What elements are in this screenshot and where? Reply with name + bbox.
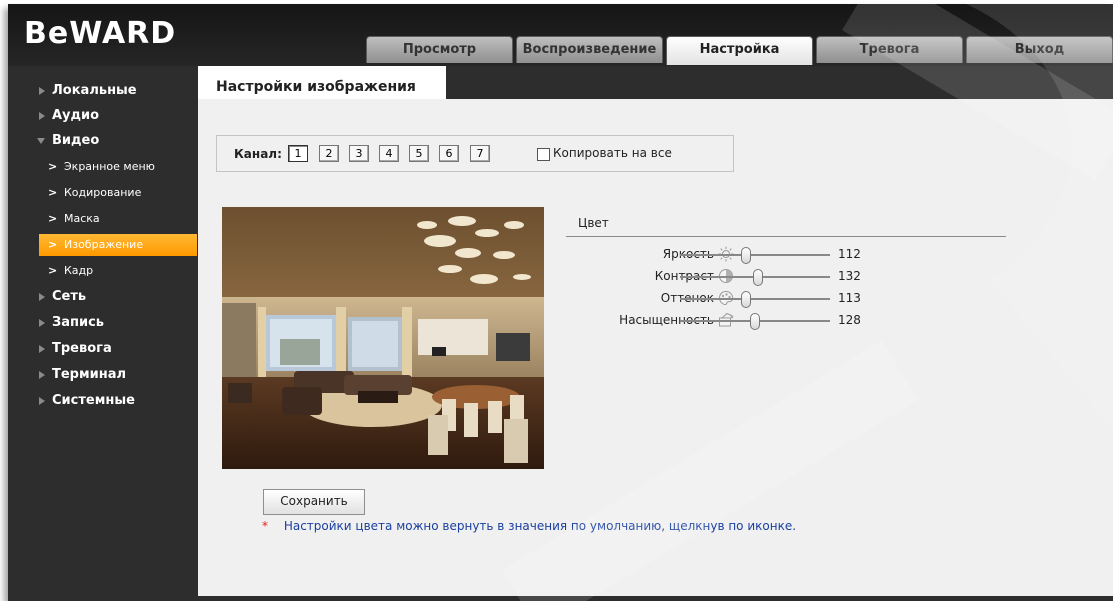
channel-button-2[interactable]: 2 <box>319 145 339 162</box>
hue-value: 113 <box>838 291 861 305</box>
chevron-right-icon: > <box>48 238 58 251</box>
sidebar-item-encoding[interactable]: > Кодирование <box>8 182 198 204</box>
slider-thumb[interactable] <box>741 291 751 308</box>
sidebar-item-label: Видео <box>52 133 100 148</box>
channel-button-5[interactable]: 5 <box>409 145 429 162</box>
sidebar-item-frame[interactable]: > Кадр <box>8 260 198 282</box>
brightness-slider[interactable] <box>680 254 830 256</box>
brightness-value: 112 <box>838 247 861 261</box>
content-panel: Настройки изображения Канал: 1 2 3 4 5 6… <box>198 66 1113 596</box>
copy-all-label: Копировать на все <box>553 146 672 160</box>
slider-thumb[interactable] <box>753 269 763 286</box>
required-star: * <box>262 519 268 533</box>
tab-exit[interactable]: Выход <box>966 36 1113 63</box>
sidebar-item-label: Системные <box>52 393 135 408</box>
sidebar-item-mask[interactable]: > Маска <box>8 208 198 230</box>
sidebar-item-osd[interactable]: > Экранное меню <box>8 156 198 178</box>
chevron-right-icon: > <box>48 160 58 173</box>
sidebar-item-label: Терминал <box>52 367 127 382</box>
triangle-right-icon <box>39 397 45 405</box>
tab-playback[interactable]: Воспроизведение <box>516 36 663 63</box>
tab-settings[interactable]: Настройка <box>666 36 813 65</box>
sidebar-item-label: Сеть <box>52 289 87 304</box>
triangle-right-icon <box>39 112 45 120</box>
saturation-value: 128 <box>838 313 861 327</box>
hint-text: Настройки цвета можно вернуть в значения… <box>283 519 797 533</box>
triangle-right-icon <box>39 345 45 353</box>
channel-button-6[interactable]: 6 <box>439 145 459 162</box>
hue-row: Оттенок 113 <box>566 290 1006 308</box>
channel-label: Канал: <box>234 147 282 161</box>
page-title-tab: Настройки изображения <box>198 66 446 99</box>
triangle-down-icon <box>37 138 45 144</box>
tab-alarm[interactable]: Тревога <box>816 36 963 63</box>
sidebar-item-alarm[interactable]: Тревога <box>8 338 198 360</box>
slider-thumb[interactable] <box>750 313 760 330</box>
sidebar-item-record[interactable]: Запись <box>8 312 198 334</box>
triangle-right-icon <box>39 319 45 327</box>
title-strip <box>446 66 1113 99</box>
sidebar-item-label: Кадр <box>64 264 94 277</box>
sidebar: Локальные Аудио Видео > Экранное меню > … <box>8 66 198 601</box>
sidebar-item-label: Экранное меню <box>64 160 155 173</box>
color-section-title: Цвет <box>578 216 609 230</box>
triangle-right-icon <box>39 293 45 301</box>
sidebar-item-label: Аудио <box>52 108 100 123</box>
chevron-right-icon: > <box>48 212 58 225</box>
sidebar-item-label: Запись <box>52 315 105 330</box>
sidebar-item-label: Тревога <box>52 341 112 356</box>
tab-view[interactable]: Просмотр <box>366 36 513 63</box>
triangle-right-icon <box>39 371 45 379</box>
contrast-row: Контраст 132 <box>566 268 1006 286</box>
chevron-right-icon: > <box>48 264 58 277</box>
app-frame: BeWARD Просмотр Воспроизведение Настройк… <box>8 4 1113 601</box>
hint-note: * Настройки цвета можно вернуть в значен… <box>262 519 796 533</box>
channel-button-3[interactable]: 3 <box>349 145 369 162</box>
copy-all-checkbox[interactable] <box>537 148 550 161</box>
sidebar-item-image[interactable]: > Изображение <box>39 234 197 256</box>
channel-button-1[interactable]: 1 <box>288 145 308 162</box>
color-settings: Цвет Яркость 112 Контраст 132 <box>566 214 1006 354</box>
save-button[interactable]: Сохранить <box>263 489 365 515</box>
logo: BeWARD <box>24 16 177 51</box>
sidebar-item-terminal[interactable]: Терминал <box>8 364 198 386</box>
chevron-right-icon: > <box>48 186 58 199</box>
channel-button-7[interactable]: 7 <box>470 145 490 162</box>
sidebar-item-label: Маска <box>64 212 100 225</box>
sidebar-item-local[interactable]: Локальные <box>8 80 198 102</box>
sidebar-item-video[interactable]: Видео <box>8 130 198 152</box>
sidebar-item-label: Изображение <box>64 238 144 251</box>
sidebar-item-label: Кодирование <box>64 186 142 199</box>
saturation-row: Насыщенность 128 <box>566 312 1006 330</box>
slider-thumb[interactable] <box>741 247 751 264</box>
sidebar-item-audio[interactable]: Аудио <box>8 105 198 127</box>
contrast-value: 132 <box>838 269 861 283</box>
triangle-right-icon <box>39 87 45 95</box>
channel-selector: Канал: 1 2 3 4 5 6 7 Копировать на все <box>216 135 734 172</box>
hue-slider[interactable] <box>680 298 830 300</box>
room-preview-image <box>222 207 544 469</box>
divider <box>566 236 1006 237</box>
brightness-row: Яркость 112 <box>566 246 1006 264</box>
sidebar-item-network[interactable]: Сеть <box>8 286 198 308</box>
sidebar-item-system[interactable]: Системные <box>8 390 198 412</box>
video-preview <box>222 207 544 469</box>
sidebar-item-label: Локальные <box>52 83 137 98</box>
channel-button-4[interactable]: 4 <box>379 145 399 162</box>
header: BeWARD Просмотр Воспроизведение Настройк… <box>8 4 1113 66</box>
page-title: Настройки изображения <box>216 79 416 95</box>
